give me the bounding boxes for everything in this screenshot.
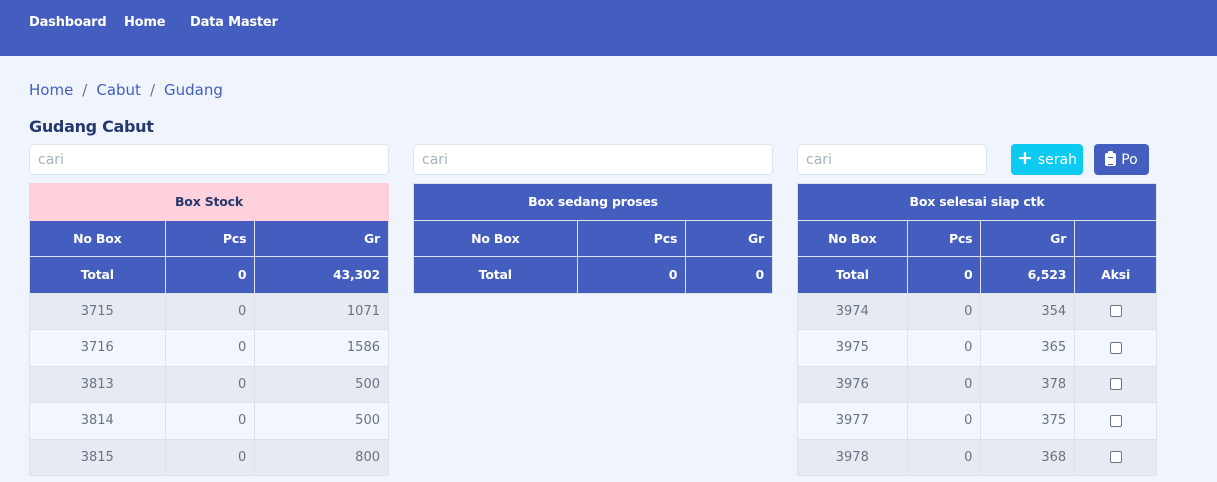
cell-gr: 500 xyxy=(254,402,389,440)
plus-icon: + xyxy=(1016,147,1033,169)
total-label: Total xyxy=(797,256,908,294)
breadcrumb-separator: / xyxy=(149,81,155,99)
col-pcs: Pcs xyxy=(576,219,687,257)
row-checkbox-cell xyxy=(1074,292,1157,330)
table-row: 3974 0 354 xyxy=(797,292,1157,330)
row-checkbox[interactable] xyxy=(1109,341,1122,354)
cell-gr: 368 xyxy=(980,438,1076,476)
total-label: Total xyxy=(413,256,578,294)
cell-no-box: 3976 xyxy=(797,365,908,403)
col-gr: Gr xyxy=(685,219,773,257)
table-row: 3813 0 500 xyxy=(29,365,389,403)
total-pcs: 0 xyxy=(906,256,982,294)
cell-gr: 375 xyxy=(980,402,1076,440)
table-row: 3977 0 375 xyxy=(797,402,1157,440)
search-input-proses[interactable] xyxy=(413,144,773,175)
cell-pcs: 0 xyxy=(164,365,256,403)
cell-gr: 500 xyxy=(254,365,389,403)
col-pcs: Pcs xyxy=(164,219,256,257)
box-stock-table: Box Stock No Box Pcs Gr Total 0 43,302 3… xyxy=(29,183,389,476)
col-gr: Gr xyxy=(980,219,1076,257)
cell-pcs: 0 xyxy=(164,329,256,367)
table-row: 3716 0 1586 xyxy=(29,329,389,367)
table-row: 3815 0 800 xyxy=(29,438,389,476)
total-gr: 43,302 xyxy=(254,256,389,294)
cell-pcs: 0 xyxy=(164,292,256,330)
cell-gr: 1586 xyxy=(254,329,389,367)
box-proses-title: Box sedang proses xyxy=(413,183,773,221)
cell-no-box: 3715 xyxy=(29,292,166,330)
search-input-selesai[interactable] xyxy=(797,144,987,175)
cell-no-box: 3977 xyxy=(797,402,908,440)
breadcrumb-cabut[interactable]: Cabut xyxy=(96,81,141,99)
clipboard-icon xyxy=(1105,151,1117,166)
col-no-box: No Box xyxy=(797,219,908,257)
cell-pcs: 0 xyxy=(906,329,982,367)
table-row: 3976 0 378 xyxy=(797,365,1157,403)
box-selesai-title: Box selesai siap ctk xyxy=(797,183,1157,221)
row-checkbox[interactable] xyxy=(1109,414,1122,427)
serah-button-label: serah xyxy=(1037,151,1078,168)
cell-no-box: 3975 xyxy=(797,329,908,367)
box-proses-table: Box sedang proses No Box Pcs Gr Total 0 … xyxy=(413,183,773,294)
col-aksi: Aksi xyxy=(1074,256,1157,294)
search-input-stock[interactable] xyxy=(29,144,389,175)
table-row: 3978 0 368 xyxy=(797,438,1157,476)
cell-pcs: 0 xyxy=(164,402,256,440)
total-label: Total xyxy=(29,256,166,294)
total-pcs: 0 xyxy=(576,256,687,294)
table-row: 3715 0 1071 xyxy=(29,292,389,330)
row-checkbox[interactable] xyxy=(1109,378,1122,391)
row-checkbox-cell xyxy=(1074,365,1157,403)
breadcrumb-home[interactable]: Home xyxy=(29,81,73,99)
cell-no-box: 3814 xyxy=(29,402,166,440)
po-button[interactable]: Po xyxy=(1094,144,1149,175)
row-checkbox-cell xyxy=(1074,438,1157,476)
cell-gr: 800 xyxy=(254,438,389,476)
cell-gr: 378 xyxy=(980,365,1076,403)
box-stock-title: Box Stock xyxy=(29,183,389,221)
cell-pcs: 0 xyxy=(906,292,982,330)
box-selesai-table: Box selesai siap ctk No Box Pcs Gr Total… xyxy=(797,183,1157,476)
row-checkbox[interactable] xyxy=(1109,451,1122,464)
row-checkbox-cell xyxy=(1074,402,1157,440)
col-pcs: Pcs xyxy=(906,219,982,257)
breadcrumb: Home / Cabut / Gudang xyxy=(29,81,223,99)
nav-dashboard[interactable]: Dashboard xyxy=(29,15,107,30)
breadcrumb-separator: / xyxy=(82,81,88,99)
cell-gr: 1071 xyxy=(254,292,389,330)
top-navbar: Dashboard Home Data Master xyxy=(0,0,1217,56)
table-row: 3814 0 500 xyxy=(29,402,389,440)
total-gr: 0 xyxy=(685,256,773,294)
nav-home[interactable]: Home xyxy=(124,15,166,30)
page-title: Gudang Cabut xyxy=(29,117,154,136)
col-no-box: No Box xyxy=(413,219,578,257)
cell-no-box: 3974 xyxy=(797,292,908,330)
cell-no-box: 3716 xyxy=(29,329,166,367)
po-button-label: Po xyxy=(1121,151,1138,168)
table-row: 3975 0 365 xyxy=(797,329,1157,367)
cell-no-box: 3978 xyxy=(797,438,908,476)
breadcrumb-gudang[interactable]: Gudang xyxy=(164,81,223,99)
cell-pcs: 0 xyxy=(164,438,256,476)
serah-button[interactable]: + serah xyxy=(1011,144,1083,175)
cell-no-box: 3813 xyxy=(29,365,166,403)
total-gr: 6,523 xyxy=(980,256,1076,294)
col-empty xyxy=(1074,219,1157,257)
row-checkbox[interactable] xyxy=(1109,305,1122,318)
total-pcs: 0 xyxy=(164,256,256,294)
cell-gr: 365 xyxy=(980,329,1076,367)
col-gr: Gr xyxy=(254,219,389,257)
cell-no-box: 3815 xyxy=(29,438,166,476)
cell-pcs: 0 xyxy=(906,365,982,403)
nav-data-master[interactable]: Data Master xyxy=(190,15,278,30)
cell-pcs: 0 xyxy=(906,402,982,440)
cell-gr: 354 xyxy=(980,292,1076,330)
row-checkbox-cell xyxy=(1074,329,1157,367)
col-no-box: No Box xyxy=(29,219,166,257)
cell-pcs: 0 xyxy=(906,438,982,476)
